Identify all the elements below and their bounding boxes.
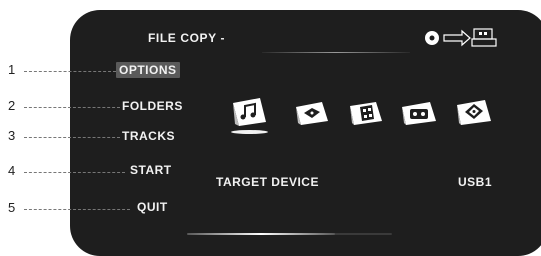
callout-leader [24, 172, 125, 173]
target-device-label: TARGET DEVICE [216, 175, 319, 189]
callout-number: 2 [8, 98, 16, 113]
film-icon[interactable] [348, 99, 384, 127]
callout-leader [24, 209, 130, 210]
video-disc-icon[interactable] [294, 99, 330, 127]
music-note-icon[interactable] [230, 95, 270, 129]
page-title: FILE COPY - [148, 31, 226, 45]
photo-disc-icon[interactable] [455, 97, 493, 127]
title-divider [262, 52, 410, 53]
callout-leader [24, 107, 120, 108]
callout-number: 3 [8, 128, 16, 143]
menu-item-quit[interactable]: QUIT [137, 200, 168, 214]
menu-item-tracks[interactable]: TRACKS [122, 129, 175, 143]
callout-number: 4 [8, 163, 16, 178]
copy-progress-fill [187, 233, 335, 235]
target-device-value[interactable]: USB1 [458, 175, 492, 189]
callout-leader [24, 137, 120, 138]
callout-number: 5 [8, 200, 16, 215]
callout-number: 1 [8, 62, 16, 77]
menu-item-start[interactable]: START [130, 163, 172, 177]
menu-item-options[interactable]: OPTIONS [116, 62, 180, 78]
callout-leader [24, 71, 116, 72]
copy-progress-bar [187, 233, 392, 235]
cassette-icon[interactable] [400, 99, 438, 127]
disc-to-usb-copy-icon [425, 28, 497, 47]
selection-underline [231, 130, 268, 134]
menu-item-folders[interactable]: FOLDERS [122, 99, 183, 113]
